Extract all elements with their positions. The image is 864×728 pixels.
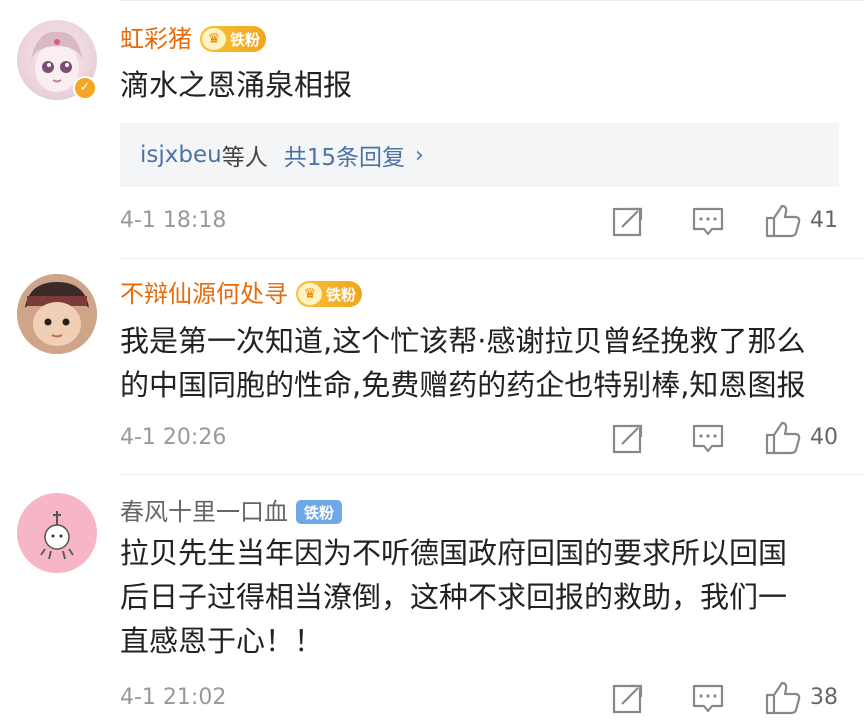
comment-text: 我是第一次知道,这个忙该帮·感谢拉贝曾经挽救了那么 的中国同胞的性命,免费赠药的… [120,324,806,402]
comment-footer: 4-1 20:26 40 [120,418,864,458]
reply-count-link[interactable]: 共15条回复 [284,138,405,172]
name-row: 虹彩猪 ♛ 铁粉 [120,23,267,55]
name-row: 春风十里一口血 铁粉 [120,496,343,528]
avatar[interactable] [17,493,97,573]
like-count: 40 [810,425,838,450]
comment-icon[interactable] [688,201,728,241]
username[interactable]: 春风十里一口血 [120,496,288,528]
fan-badge-label: 铁粉 [304,503,335,522]
crown-icon: ♛ [202,28,226,50]
crown-icon: ♛ [298,283,322,305]
comment-footer: 4-1 21:02 38 [120,678,864,718]
reply-user[interactable]: isjxbeu [140,142,222,168]
fan-badge: ♛ 铁粉 [296,281,363,307]
avatar[interactable] [17,274,97,354]
timestamp: 4-1 21:02 [120,685,227,710]
like-icon[interactable] [763,201,803,241]
timestamp: 4-1 20:26 [120,425,227,450]
comment-icon[interactable] [688,678,728,718]
verified-icon: ✓ [73,76,97,100]
divider [120,258,864,259]
comment-text: 拉贝先生当年因为不听德国政府回国的要求所以回国 后日子过得相当潦倒，这种不求回报… [120,536,788,658]
username[interactable]: 不辩仙源何处寻 [120,278,288,310]
timestamp: 4-1 18:18 [120,208,227,233]
username[interactable]: 虹彩猪 [120,23,192,55]
like-count: 38 [810,685,838,710]
share-icon[interactable] [608,201,648,241]
like-count: 41 [810,208,838,233]
comment-text: 滴水之恩涌泉相报 [120,68,353,102]
reply-preview[interactable]: isjxbeu 等人 共15条回复 › [120,123,839,187]
fan-badge-label: 铁粉 [230,30,261,49]
like-icon[interactable] [763,418,803,458]
comment-icon[interactable] [688,418,728,458]
fan-badge-label: 铁粉 [326,285,357,304]
fan-badge: 铁粉 [296,500,343,524]
top-divider [120,0,864,1]
like-icon[interactable] [763,678,803,718]
name-row: 不辩仙源何处寻 ♛ 铁粉 [120,278,363,310]
comment-footer: 4-1 18:18 41 [120,201,864,241]
chevron-right-icon: › [414,142,424,168]
divider [120,474,864,475]
reply-suffix: 等人 [221,145,268,171]
fan-badge: ♛ 铁粉 [200,26,267,52]
share-icon[interactable] [608,678,648,718]
share-icon[interactable] [608,418,648,458]
